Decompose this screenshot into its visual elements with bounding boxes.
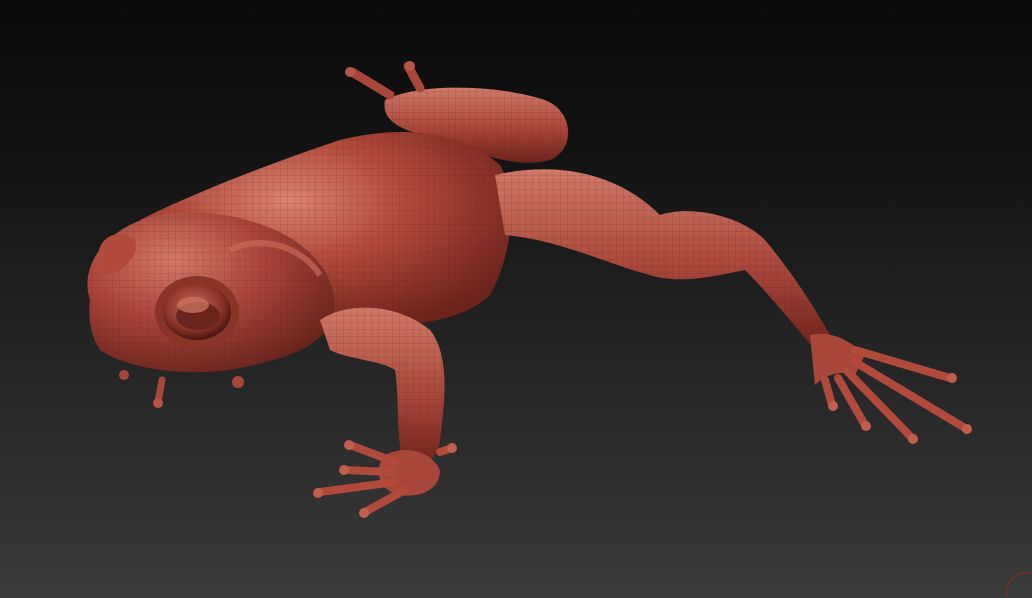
sculpt-viewport[interactable] [0, 0, 1032, 598]
frog-front-leg [313, 307, 457, 518]
frog-eye [155, 276, 239, 348]
frog-back-right-leg [495, 169, 972, 444]
frog-model-canvas[interactable] [0, 0, 1032, 598]
